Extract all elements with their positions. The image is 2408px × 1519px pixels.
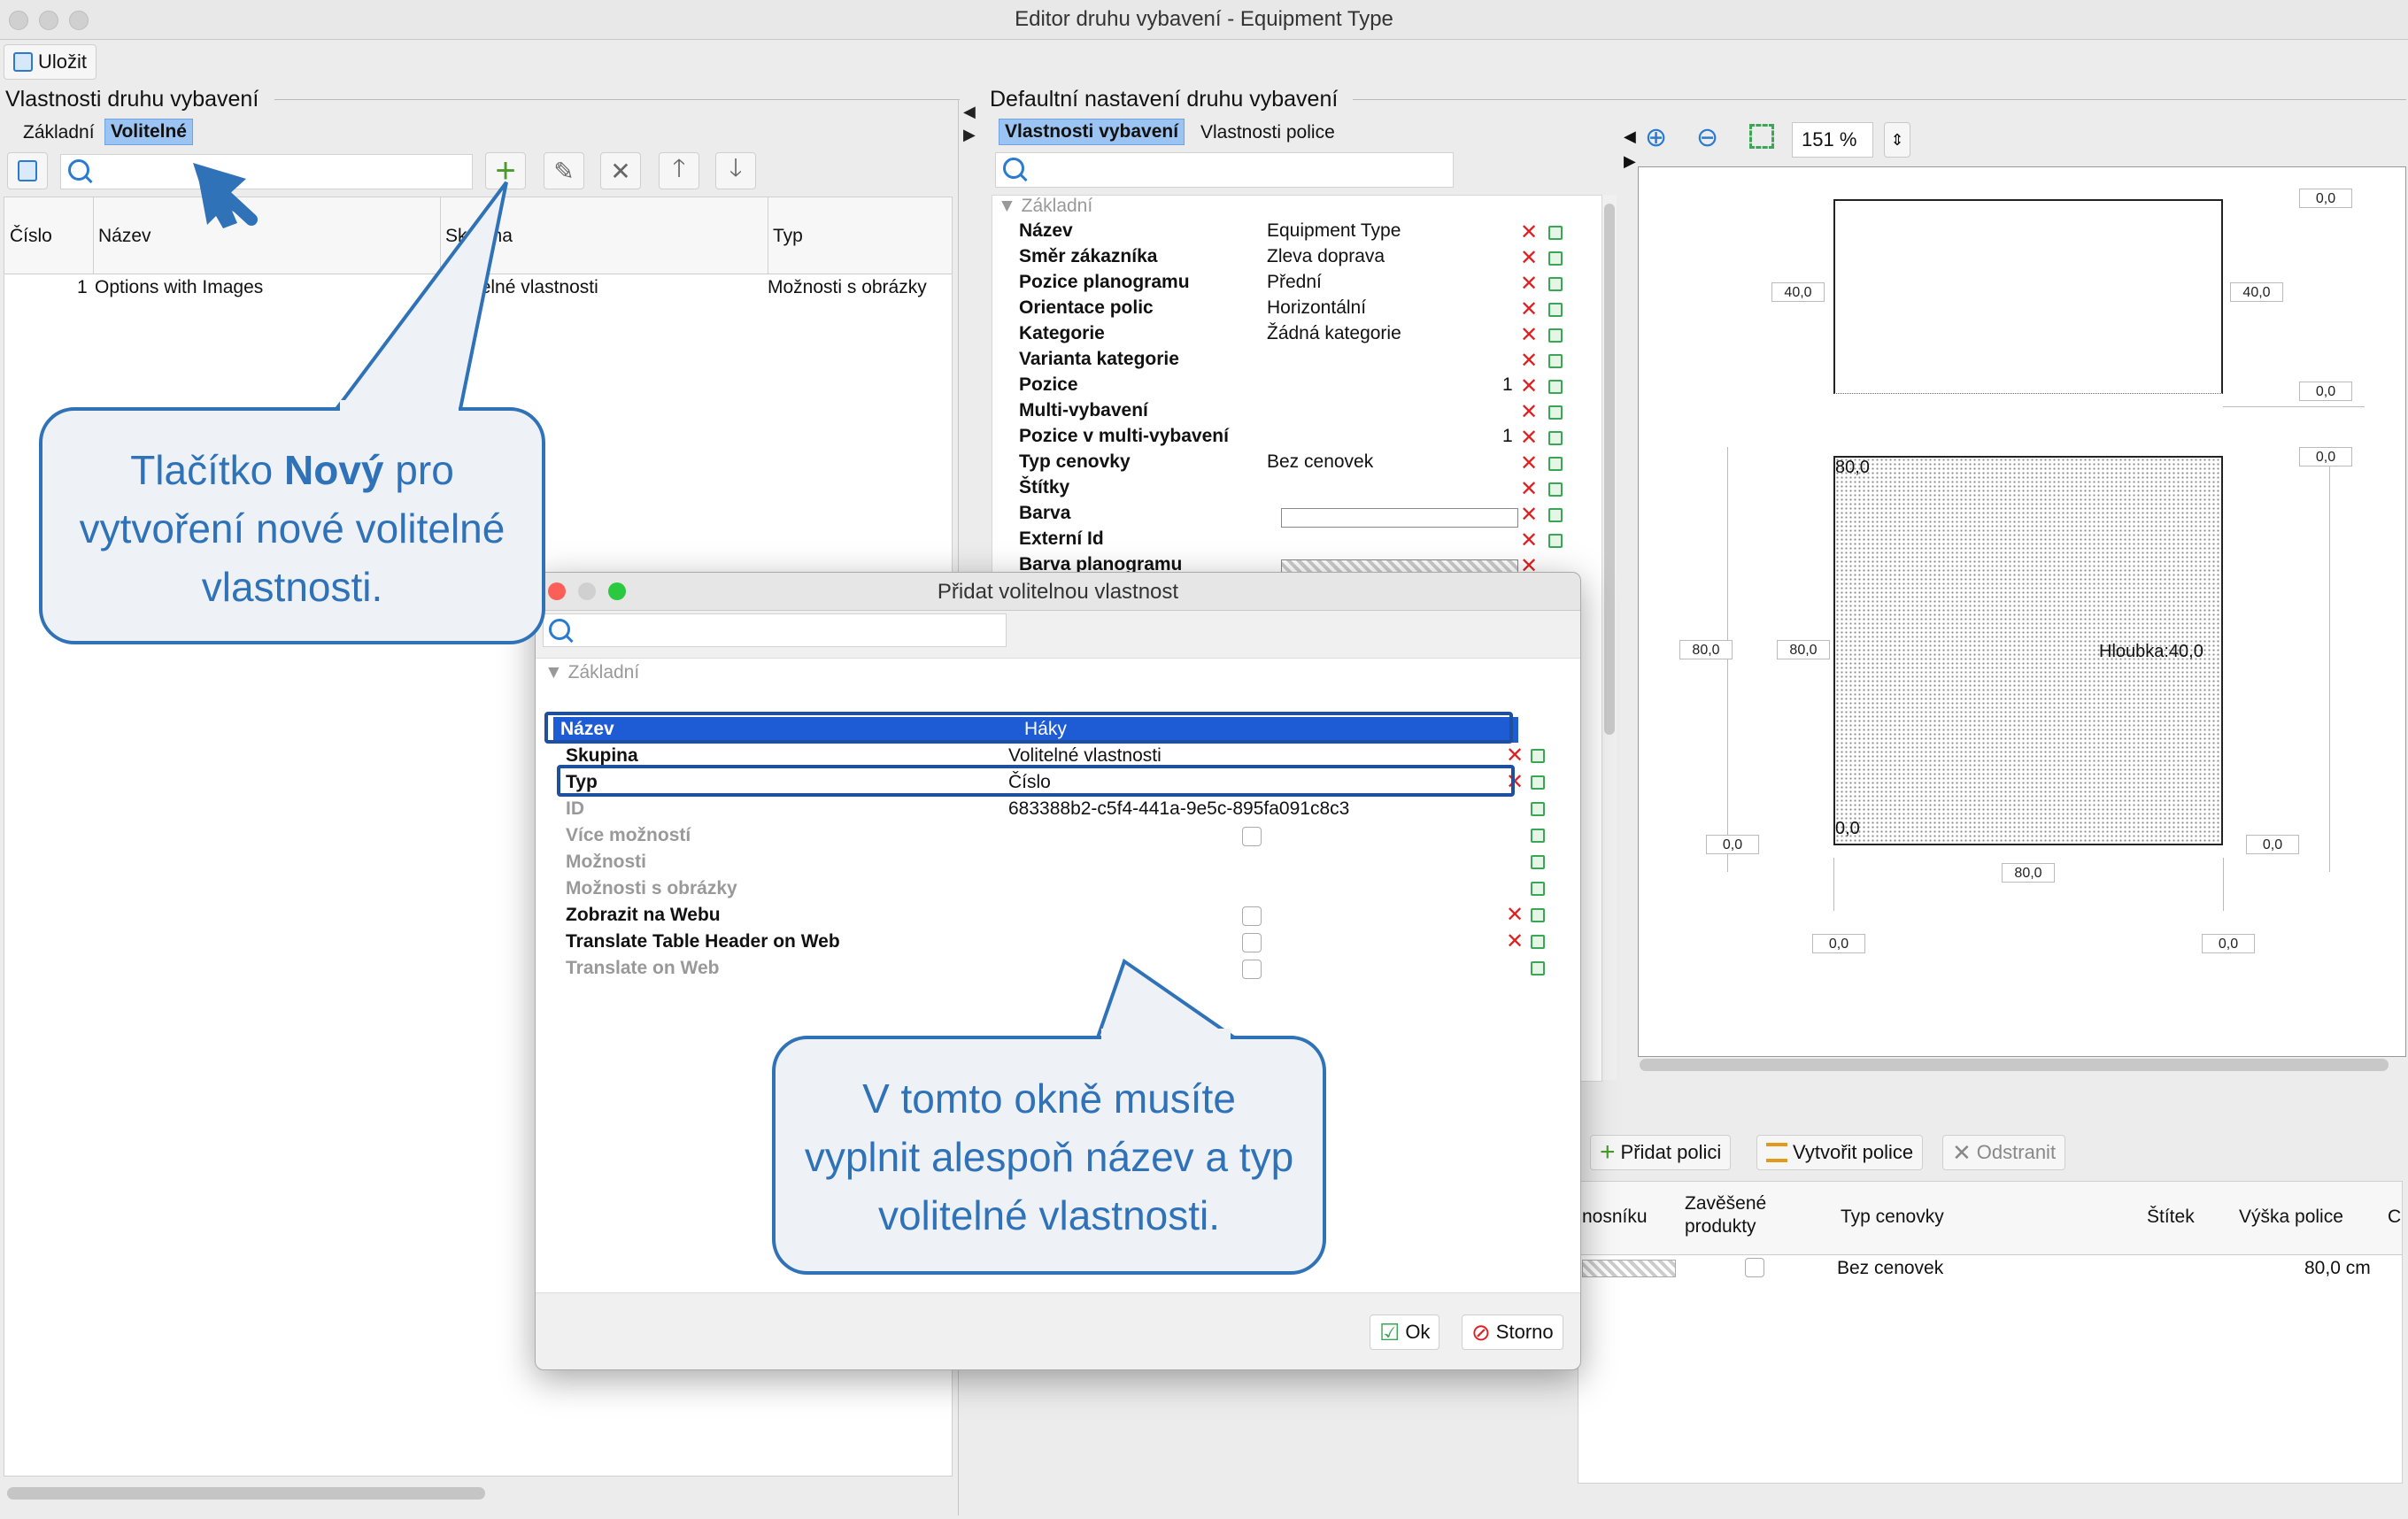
callout-pointers <box>193 163 1240 1039</box>
callout-new-bold: Nový <box>284 447 384 493</box>
callout-joint-mask <box>340 400 459 414</box>
callout-new-pre: Tlačítko <box>130 447 285 493</box>
callout-joint-mask <box>1101 1029 1231 1043</box>
callout-pointer-new <box>333 181 508 411</box>
callout-pointer-dialog <box>1095 958 1240 1039</box>
callout-new-button: Tlačítko Nový pro vytvoření nové volitel… <box>39 407 545 644</box>
callout-dialog-hint: V tomto okně musíte vyplnit alespoň náze… <box>772 1036 1326 1275</box>
